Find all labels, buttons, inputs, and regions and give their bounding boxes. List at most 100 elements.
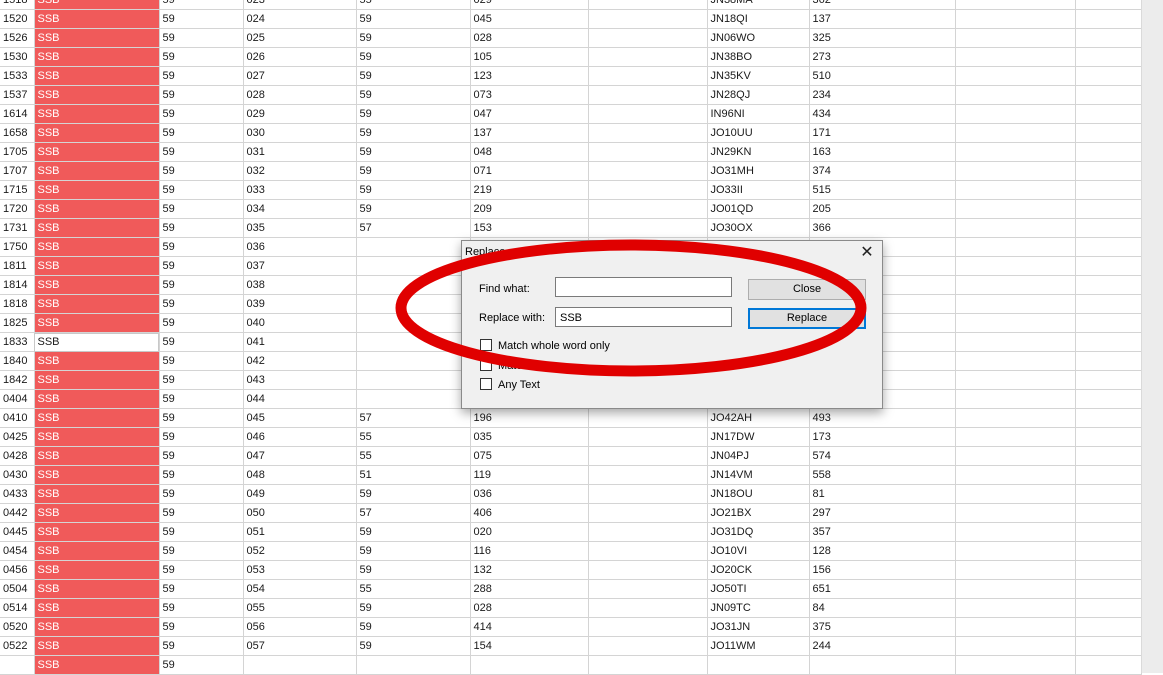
cell-col10[interactable] — [955, 28, 1076, 48]
cell-col10[interactable] — [955, 161, 1076, 181]
cell-serial-rcvd[interactable] — [470, 655, 589, 675]
table-row[interactable]: 0425 SSB 59 046 55 035 JN17DW 173 — [0, 427, 1142, 447]
cell-col11[interactable] — [1075, 0, 1142, 10]
cell-distance[interactable]: 81 — [809, 484, 956, 504]
cell-distance[interactable]: 651 — [809, 579, 956, 599]
cell-rst-rcvd[interactable]: 57 — [356, 408, 471, 428]
cell-serial-sent[interactable]: 036 — [243, 237, 357, 257]
cell-rst-sent[interactable]: 59 — [159, 85, 244, 105]
table-row[interactable]: 1707 SSB 59 032 59 071 JO31MH 374 — [0, 161, 1142, 181]
cell-mode[interactable]: SSB — [34, 655, 160, 675]
cell-serial-rcvd[interactable]: 048 — [470, 142, 589, 162]
cell-time[interactable]: 0522 — [0, 636, 35, 656]
cell-mode[interactable]: SSB — [34, 560, 160, 580]
cell-serial-sent[interactable]: 052 — [243, 541, 357, 561]
cell-serial-sent[interactable] — [243, 655, 357, 675]
cell-extra[interactable] — [588, 218, 708, 238]
cell-locator[interactable]: JO31DQ — [707, 522, 810, 542]
cell-time[interactable]: 0514 — [0, 598, 35, 618]
cell-serial-rcvd[interactable]: 035 — [470, 427, 589, 447]
cell-serial-rcvd[interactable]: 123 — [470, 66, 589, 86]
cell-col11[interactable] — [1075, 617, 1142, 637]
cell-col11[interactable] — [1075, 370, 1142, 390]
cell-mode[interactable]: SSB — [34, 465, 160, 485]
cell-serial-rcvd[interactable]: 406 — [470, 503, 589, 523]
cell-rst-rcvd[interactable]: 55 — [356, 446, 471, 466]
cell-serial-rcvd[interactable]: 029 — [470, 0, 589, 10]
cell-col10[interactable] — [955, 332, 1076, 352]
cell-rst-rcvd[interactable] — [356, 332, 471, 352]
cell-time[interactable]: 1750 — [0, 237, 35, 257]
cell-rst-sent[interactable]: 59 — [159, 256, 244, 276]
cell-rst-sent[interactable]: 59 — [159, 370, 244, 390]
cell-rst-rcvd[interactable]: 59 — [356, 104, 471, 124]
cell-col11[interactable] — [1075, 465, 1142, 485]
cell-locator[interactable]: JN28QJ — [707, 85, 810, 105]
cell-extra[interactable] — [588, 427, 708, 447]
cell-rst-sent[interactable]: 59 — [159, 427, 244, 447]
cell-distance[interactable]: 128 — [809, 541, 956, 561]
cell-serial-rcvd[interactable]: 028 — [470, 28, 589, 48]
cell-distance[interactable]: 163 — [809, 142, 956, 162]
cell-time[interactable]: 1731 — [0, 218, 35, 238]
cell-mode[interactable]: SSB — [34, 180, 160, 200]
cell-serial-sent[interactable]: 031 — [243, 142, 357, 162]
cell-distance[interactable]: 493 — [809, 408, 956, 428]
cell-col11[interactable] — [1075, 484, 1142, 504]
cell-rst-rcvd[interactable] — [356, 389, 471, 409]
cell-distance[interactable]: 273 — [809, 47, 956, 67]
cell-extra[interactable] — [588, 465, 708, 485]
cell-col11[interactable] — [1075, 28, 1142, 48]
cell-distance[interactable]: 375 — [809, 617, 956, 637]
cell-mode[interactable]: SSB — [34, 294, 160, 314]
cell-col10[interactable] — [955, 199, 1076, 219]
cell-serial-sent[interactable]: 045 — [243, 408, 357, 428]
cell-serial-rcvd[interactable]: 219 — [470, 180, 589, 200]
cell-serial-sent[interactable]: 043 — [243, 370, 357, 390]
cell-locator[interactable]: JO10UU — [707, 123, 810, 143]
cell-locator[interactable]: JN04PJ — [707, 446, 810, 466]
cell-rst-sent[interactable]: 59 — [159, 541, 244, 561]
cell-col10[interactable] — [955, 617, 1076, 637]
cell-time[interactable]: 1842 — [0, 370, 35, 390]
cell-extra[interactable] — [588, 104, 708, 124]
cell-col10[interactable] — [955, 465, 1076, 485]
scrollbar-track[interactable] — [1141, 0, 1163, 673]
cell-col10[interactable] — [955, 218, 1076, 238]
cell-distance[interactable]: 244 — [809, 636, 956, 656]
cell-mode[interactable]: SSB — [34, 66, 160, 86]
cell-extra[interactable] — [588, 85, 708, 105]
cell-rst-rcvd[interactable]: 59 — [356, 484, 471, 504]
cell-time[interactable]: 1526 — [0, 28, 35, 48]
cell-extra[interactable] — [588, 199, 708, 219]
cell-extra[interactable] — [588, 28, 708, 48]
cell-col11[interactable] — [1075, 104, 1142, 124]
table-row[interactable]: 1526 SSB 59 025 59 028 JN06WO 325 — [0, 28, 1142, 48]
cell-serial-sent[interactable]: 032 — [243, 161, 357, 181]
cell-serial-sent[interactable]: 042 — [243, 351, 357, 371]
cell-serial-sent[interactable]: 049 — [243, 484, 357, 504]
cell-rst-rcvd[interactable]: 59 — [356, 66, 471, 86]
cell-rst-rcvd[interactable] — [356, 370, 471, 390]
cell-mode[interactable]: SSB — [34, 598, 160, 618]
cell-locator[interactable]: JN09TC — [707, 598, 810, 618]
table-row[interactable]: 0456 SSB 59 053 59 132 JO20CK 156 — [0, 560, 1142, 580]
cell-locator[interactable]: JO31JN — [707, 617, 810, 637]
cell-rst-sent[interactable]: 59 — [159, 123, 244, 143]
cell-serial-sent[interactable]: 046 — [243, 427, 357, 447]
cell-col10[interactable] — [955, 237, 1076, 257]
cell-col11[interactable] — [1075, 161, 1142, 181]
cell-locator[interactable] — [707, 655, 810, 675]
cell-rst-sent[interactable]: 59 — [159, 446, 244, 466]
cell-serial-sent[interactable]: 033 — [243, 180, 357, 200]
cell-extra[interactable] — [588, 180, 708, 200]
cell-rst-sent[interactable]: 59 — [159, 28, 244, 48]
cell-col11[interactable] — [1075, 180, 1142, 200]
cell-mode[interactable]: SSB — [34, 85, 160, 105]
cell-mode[interactable]: SSB — [34, 313, 160, 333]
cell-col11[interactable] — [1075, 522, 1142, 542]
cell-serial-rcvd[interactable]: 105 — [470, 47, 589, 67]
cell-rst-sent[interactable]: 59 — [159, 465, 244, 485]
cell-col10[interactable] — [955, 541, 1076, 561]
cell-mode[interactable]: SSB — [34, 503, 160, 523]
